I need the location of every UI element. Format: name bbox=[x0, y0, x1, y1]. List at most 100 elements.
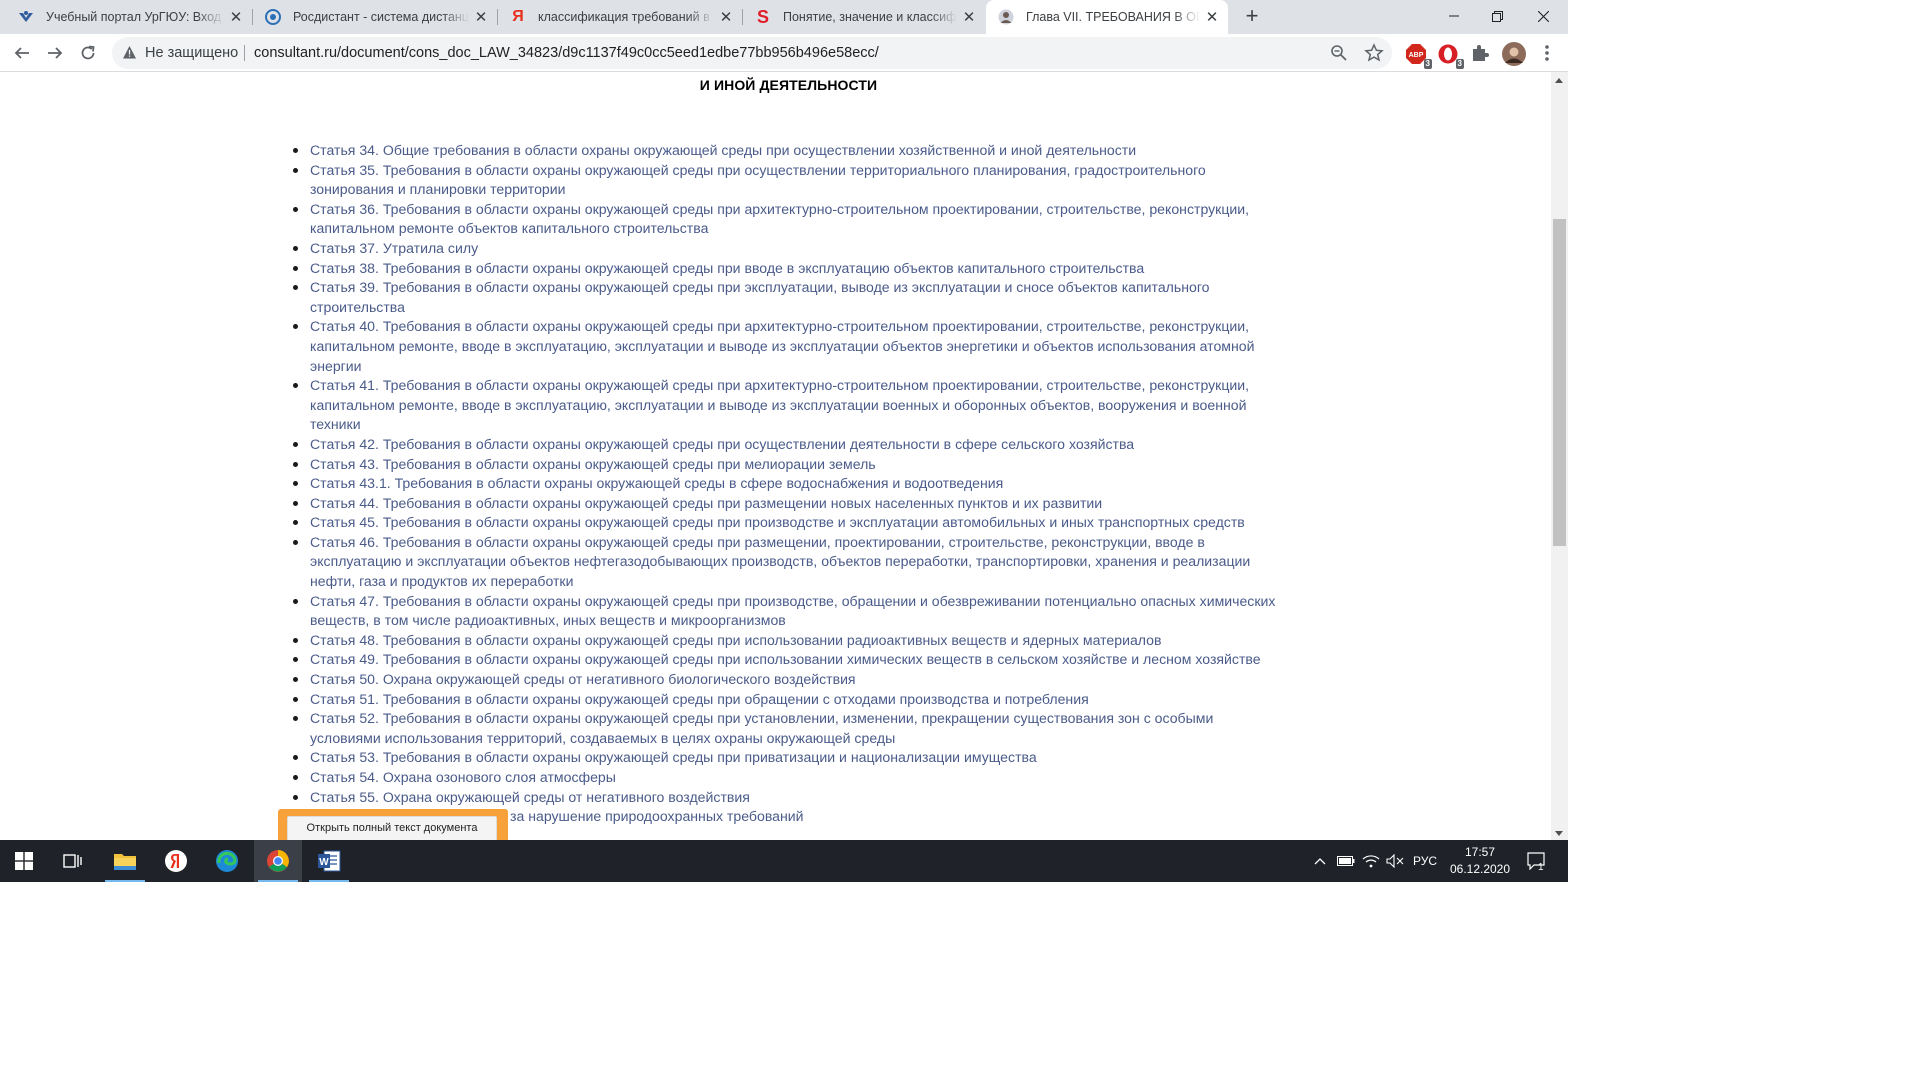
edge-icon[interactable] bbox=[203, 840, 251, 882]
browser-menu-icon[interactable] bbox=[1537, 43, 1559, 65]
article-list-item: Статья 45. Требования в области охраны о… bbox=[292, 513, 1282, 533]
forward-button[interactable] bbox=[41, 39, 69, 67]
consultant-icon bbox=[998, 9, 1014, 25]
file-explorer-icon[interactable] bbox=[101, 840, 149, 882]
article-list-item: Статья 40. Требования в области охраны о… bbox=[292, 317, 1282, 376]
extensions-puzzle-icon[interactable] bbox=[1470, 43, 1492, 65]
back-button[interactable] bbox=[8, 39, 36, 67]
address-divider bbox=[244, 45, 245, 61]
article-link[interactable]: Статья 48. Требования в области охраны о… bbox=[310, 632, 1162, 648]
tab-title: классификация требований в об bbox=[538, 10, 714, 24]
article-link[interactable]: Статья 37. Утратила силу bbox=[310, 240, 478, 256]
page-scrollbar[interactable] bbox=[1551, 72, 1568, 840]
article-link[interactable]: Статья 46. Требования в области охраны о… bbox=[310, 534, 1250, 589]
article-link[interactable]: Статья 35. Требования в области охраны о… bbox=[310, 162, 1206, 198]
tab-urgyu[interactable]: Учебный портал УрГЮУ: Вход на ✕ bbox=[6, 0, 252, 34]
bookmark-star-icon[interactable] bbox=[1364, 43, 1384, 68]
zoom-icon[interactable] bbox=[1330, 44, 1348, 67]
wifi-icon[interactable] bbox=[1360, 840, 1382, 882]
tab-consultant[interactable]: Глава VII. ТРЕБОВАНИЯ В ОБЛАСТ ✕ bbox=[986, 0, 1228, 34]
article-link[interactable]: Статья 55. Охрана окружающей среды от не… bbox=[310, 789, 750, 805]
new-tab-button[interactable]: + bbox=[1240, 4, 1264, 30]
scroll-up-arrow-icon[interactable] bbox=[1555, 78, 1563, 83]
opera-extension-icon[interactable]: 3 bbox=[1437, 43, 1464, 69]
article-link[interactable]: Статья 43. Требования в области охраны о… bbox=[310, 456, 876, 472]
scrollbar-thumb[interactable] bbox=[1553, 219, 1566, 546]
system-clock[interactable]: 17:57 06.12.2020 bbox=[1445, 844, 1515, 878]
task-view-icon[interactable] bbox=[49, 840, 97, 882]
minimize-button[interactable] bbox=[1431, 0, 1477, 32]
close-icon[interactable]: ✕ bbox=[473, 8, 489, 26]
article-list-item: Статья 48. Требования в области охраны о… bbox=[292, 631, 1282, 651]
notifications-icon[interactable]: 1 bbox=[1521, 840, 1555, 882]
article-list-item: Статья 44. Требования в области охраны о… bbox=[292, 494, 1282, 514]
back-arrow-icon bbox=[14, 47, 29, 59]
tab-title: Глава VII. ТРЕБОВАНИЯ В ОБЛАСТ bbox=[1026, 10, 1200, 24]
article-link[interactable]: Статья 38. Требования в области охраны о… bbox=[310, 260, 1144, 276]
reload-button[interactable] bbox=[74, 39, 102, 67]
article-list-item: Статья 52. Требования в области охраны о… bbox=[292, 709, 1282, 748]
volume-muted-icon[interactable] bbox=[1384, 840, 1406, 882]
battery-icon[interactable] bbox=[1335, 840, 1357, 882]
article-list-item: Статья 43.1. Требования в области охраны… bbox=[292, 474, 1282, 494]
close-icon[interactable]: ✕ bbox=[1204, 8, 1220, 26]
profile-avatar[interactable] bbox=[1502, 42, 1526, 66]
security-status[interactable]: Не защищено bbox=[145, 45, 238, 61]
close-icon[interactable]: ✕ bbox=[718, 8, 734, 26]
close-icon[interactable]: ✕ bbox=[961, 8, 977, 26]
article-list-item: Статья 38. Требования в области охраны о… bbox=[292, 259, 1282, 279]
article-list-item: Статья 43. Требования в области охраны о… bbox=[292, 455, 1282, 475]
yandex-browser-icon[interactable] bbox=[152, 840, 200, 882]
article-list-item: Статья 42. Требования в области охраны о… bbox=[292, 435, 1282, 455]
article-link[interactable]: Статья 42. Требования в области охраны о… bbox=[310, 436, 1134, 452]
browser-toolbar: Не защищено consultant.ru/document/cons_… bbox=[0, 34, 1568, 72]
open-full-text-button[interactable]: Открыть полный текст документа bbox=[287, 816, 497, 840]
article-link[interactable]: Статья 49. Требования в области охраны о… bbox=[310, 651, 1261, 667]
article-link[interactable]: Статья 43.1. Требования в области охраны… bbox=[310, 475, 1003, 491]
rosdistant-icon bbox=[265, 9, 281, 25]
article-list-item: Статья 39. Требования в области охраны о… bbox=[292, 278, 1282, 317]
start-icon[interactable] bbox=[0, 840, 48, 882]
extension-badge: 3 bbox=[1455, 59, 1464, 69]
article-link[interactable]: Статья 50. Охрана окружающей среды от не… bbox=[310, 671, 856, 687]
restore-button[interactable] bbox=[1474, 0, 1520, 32]
article-list-item: Статья 37. Утратила силу bbox=[292, 239, 1282, 259]
article-link[interactable]: Статья 45. Требования в области охраны о… bbox=[310, 514, 1245, 530]
article-link[interactable]: Статья 44. Требования в области охраны о… bbox=[310, 495, 1102, 511]
article-link[interactable]: Статья 47. Требования в области охраны о… bbox=[310, 593, 1275, 629]
article-list-item: Статья 47. Требования в области охраны о… bbox=[292, 592, 1282, 631]
article-list-item: Статья 35. Требования в области охраны о… bbox=[292, 161, 1282, 200]
url-text[interactable]: consultant.ru/document/cons_doc_LAW_3482… bbox=[254, 45, 879, 61]
article-link[interactable]: Статья 54. Охрана озонового слоя атмосфе… bbox=[310, 769, 616, 785]
chrome-icon[interactable] bbox=[254, 840, 302, 882]
article-link[interactable]: Статья 39. Требования в области охраны о… bbox=[310, 279, 1210, 315]
word-icon[interactable]: W bbox=[305, 840, 353, 882]
article-list: Статья 34. Общие требования в области ох… bbox=[292, 141, 1282, 827]
tab-studfiles[interactable]: S Понятие, значение и классифика ✕ bbox=[743, 0, 985, 34]
clock-date: 06.12.2020 bbox=[1449, 862, 1511, 876]
chapter-heading: И ИНОЙ ДЕЯТЕЛЬНОСТИ bbox=[699, 77, 878, 93]
adblock-extension-icon[interactable]: ABP 3 bbox=[1405, 43, 1432, 69]
article-list-item: Статья 55. Охрана окружающей среды от не… bbox=[292, 788, 1282, 808]
article-link[interactable]: Статья 36. Требования в области охраны о… bbox=[310, 201, 1249, 237]
article-link[interactable]: Статья 34. Общие требования в области ох… bbox=[310, 142, 1136, 158]
studfiles-s-icon: S bbox=[756, 6, 769, 27]
tab-yandex-search[interactable]: Я классификация требований в об ✕ bbox=[498, 0, 742, 34]
scroll-down-arrow-icon[interactable] bbox=[1555, 831, 1563, 836]
extension-badge: 3 bbox=[1423, 59, 1432, 69]
language-indicator[interactable]: РУС bbox=[1410, 840, 1440, 882]
article-link[interactable]: Статья 41. Требования в области охраны о… bbox=[310, 377, 1249, 432]
article-link[interactable]: Статья 52. Требования в области охраны о… bbox=[310, 710, 1213, 746]
article-list-item: Статья 54. Охрана озонового слоя атмосфе… bbox=[292, 768, 1282, 788]
address-bar[interactable]: Не защищено consultant.ru/document/cons_… bbox=[112, 37, 1392, 69]
article-link[interactable]: Статья 53. Требования в области охраны о… bbox=[310, 749, 1037, 765]
warning-icon[interactable] bbox=[122, 45, 137, 65]
article-link[interactable]: Статья 40. Требования в области охраны о… bbox=[310, 318, 1254, 373]
close-window-button[interactable] bbox=[1520, 0, 1566, 32]
close-icon[interactable]: ✕ bbox=[228, 8, 244, 26]
windows-taskbar: W РУС 17:57 06.12.2020 1 bbox=[0, 840, 1568, 882]
tab-rosdistant[interactable]: Росдистант - система дистанционн ✕ bbox=[253, 0, 497, 34]
chevron-up-icon[interactable] bbox=[1309, 840, 1331, 882]
yandex-icon: Я bbox=[512, 8, 524, 25]
article-link[interactable]: Статья 51. Требования в области охраны о… bbox=[310, 691, 1089, 707]
